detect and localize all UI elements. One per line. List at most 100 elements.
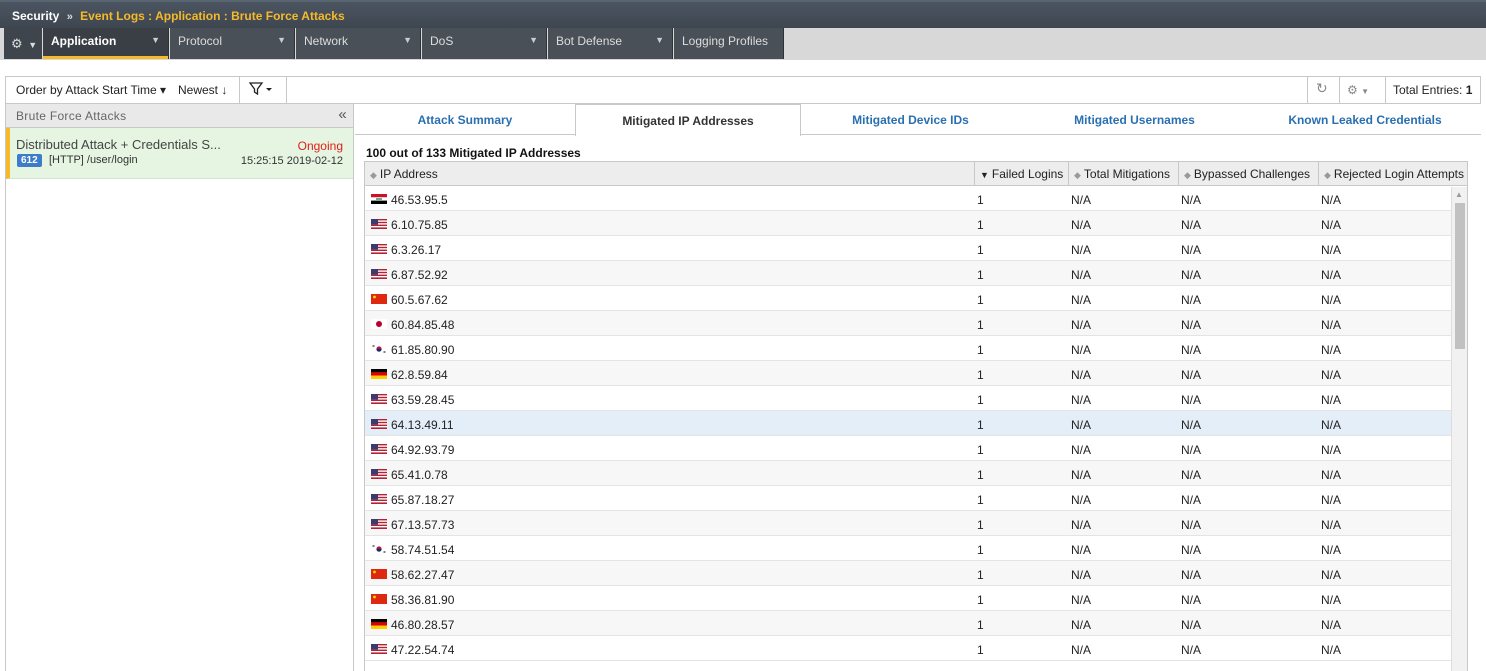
chevron-down-icon: ▼ — [277, 35, 286, 45]
tab-known-leaked-credentials[interactable]: Known Leaked Credentials — [1249, 104, 1481, 135]
chevron-down-icon: ▼ — [28, 40, 38, 50]
menu-item-dos[interactable]: DoS ▼ — [422, 28, 547, 59]
menu-item-label: Bot Defense — [556, 34, 623, 48]
table-row[interactable]: 46.80.28.57 1 N/A N/A N/A — [365, 611, 1467, 636]
breadcrumb-path[interactable]: Event Logs : Application : Brute Force A… — [80, 9, 344, 23]
table-row[interactable]: 47.22.54.74 1 N/A N/A N/A — [365, 636, 1467, 661]
ip-address-cell: 64.13.49.11 — [391, 418, 454, 432]
breadcrumb-root[interactable]: Security — [12, 9, 59, 23]
column-header-ip-address[interactable]: ◆ IP Address — [365, 162, 975, 186]
refresh-icon: ↻ — [1316, 80, 1328, 96]
failed-logins-cell: 1 — [977, 618, 984, 632]
table-row[interactable]: 60.5.67.62 1 N/A N/A N/A — [365, 286, 1467, 311]
country-flag-icon — [371, 493, 387, 504]
menu-item-bot-defense[interactable]: Bot Defense ▼ — [548, 28, 673, 59]
failed-logins-cell: 1 — [977, 543, 984, 557]
table-row[interactable]: 6.3.26.17 1 N/A N/A N/A — [365, 236, 1467, 261]
table-row[interactable]: 63.59.28.45 1 N/A N/A N/A — [365, 386, 1467, 411]
rejected-login-attempts-cell: N/A — [1321, 418, 1342, 432]
column-header-total-mitigations[interactable]: ◆ Total Mitigations — [1069, 162, 1179, 186]
collapse-panel-button[interactable]: « — [338, 106, 347, 123]
rejected-login-attempts-cell: N/A — [1321, 368, 1342, 382]
newest-sort-button[interactable]: Newest ↓ — [178, 77, 227, 103]
table-row[interactable]: 6.10.75.85 1 N/A N/A N/A — [365, 211, 1467, 236]
table-row[interactable]: 46.53.95.5 1 N/A N/A N/A — [365, 186, 1467, 211]
bypassed-challenges-cell: N/A — [1181, 193, 1202, 207]
table-row[interactable]: 65.41.0.78 1 N/A N/A N/A — [365, 461, 1467, 486]
table-row[interactable]: 58.74.51.54 1 N/A N/A N/A — [365, 536, 1467, 561]
total-mitigations-cell: N/A — [1071, 193, 1092, 207]
column-header-rejected-login-attempts[interactable]: ◆ Rejected Login Attempts — [1319, 162, 1467, 186]
settings-dropdown[interactable]: ⚙ ▼ — [1347, 77, 1369, 103]
scroll-up-arrow-icon[interactable]: ▲ — [1455, 190, 1463, 199]
rejected-login-attempts-cell: N/A — [1321, 443, 1342, 457]
refresh-button[interactable]: ↻ — [1316, 77, 1328, 103]
chevron-down-icon: ▼ — [529, 35, 538, 45]
table-row[interactable]: 61.85.80.90 1 N/A N/A N/A — [365, 336, 1467, 361]
failed-logins-cell: 1 — [977, 318, 984, 332]
country-flag-icon — [371, 393, 387, 404]
menu-item-network[interactable]: Network ▼ — [296, 28, 421, 59]
attack-status: Ongoing — [297, 139, 343, 153]
menu-item-label: DoS — [430, 34, 454, 48]
country-flag-icon — [371, 618, 387, 629]
rejected-login-attempts-cell: N/A — [1321, 643, 1342, 657]
sort-descending-icon: ▼ — [980, 170, 989, 180]
sort-icon: ◆ — [1074, 170, 1081, 180]
ip-address-cell: 58.36.81.90 — [391, 593, 455, 607]
scrollbar-thumb[interactable] — [1455, 203, 1465, 349]
rejected-login-attempts-cell: N/A — [1321, 268, 1342, 282]
total-mitigations-cell: N/A — [1071, 318, 1092, 332]
table-row[interactable]: 58.36.81.90 1 N/A N/A N/A — [365, 586, 1467, 611]
menu-item-logging-profiles[interactable]: Logging Profiles — [674, 28, 784, 59]
tab-attack-summary[interactable]: Attack Summary — [355, 104, 575, 135]
menu-item-protocol[interactable]: Protocol ▼ — [170, 28, 295, 59]
country-flag-icon — [371, 318, 387, 329]
menu-gear-button[interactable]: ⚙ ▼ — [4, 28, 42, 59]
attack-path: [HTTP] /user/login — [49, 154, 138, 166]
country-flag-icon — [371, 643, 387, 654]
ip-address-cell: 62.8.59.84 — [391, 368, 448, 382]
column-header-failed-logins[interactable]: ▼ Failed Logins — [975, 162, 1069, 186]
country-flag-icon — [371, 468, 387, 479]
attack-list-item[interactable]: Distributed Attack + Credentials S... On… — [6, 128, 353, 179]
table-row[interactable]: 64.92.93.79 1 N/A N/A N/A — [365, 436, 1467, 461]
log-toolbar: Order by Attack Start Time ▾ Newest ↓ ↻ … — [5, 76, 1481, 104]
failed-logins-cell: 1 — [977, 268, 984, 282]
filter-button[interactable] — [248, 77, 281, 103]
ip-address-cell: 58.74.51.54 — [391, 543, 455, 557]
failed-logins-cell: 1 — [977, 393, 984, 407]
table-row[interactable]: 60.84.85.48 1 N/A N/A N/A — [365, 311, 1467, 336]
bypassed-challenges-cell: N/A — [1181, 568, 1202, 582]
table-row[interactable]: 58.62.27.47 1 N/A N/A N/A — [365, 561, 1467, 586]
rejected-login-attempts-cell: N/A — [1321, 468, 1342, 482]
tab-mitigated-usernames[interactable]: Mitigated Usernames — [1020, 104, 1249, 135]
bypassed-challenges-cell: N/A — [1181, 643, 1202, 657]
table-row[interactable]: 64.13.49.11 1 N/A N/A N/A — [365, 411, 1467, 436]
main-menu-bar: ⚙ ▼ Application ▼ Protocol ▼ Network ▼ D… — [0, 28, 1486, 60]
menu-item-label: Protocol — [178, 34, 223, 48]
country-flag-icon — [371, 518, 387, 529]
tab-mitigated-ip-addresses[interactable]: Mitigated IP Addresses — [575, 104, 801, 136]
menu-item-application[interactable]: Application ▼ — [43, 28, 169, 59]
failed-logins-cell: 1 — [977, 443, 984, 457]
table-row[interactable]: 65.87.18.27 1 N/A N/A N/A — [365, 486, 1467, 511]
chevron-down-icon: ▼ — [151, 35, 160, 45]
bypassed-challenges-cell: N/A — [1181, 293, 1202, 307]
breadcrumb: Security » Event Logs : Application : Br… — [0, 0, 1486, 28]
table-row[interactable]: 6.87.52.92 1 N/A N/A N/A — [365, 261, 1467, 286]
country-flag-icon — [371, 568, 387, 579]
order-by-dropdown[interactable]: Order by Attack Start Time ▾ — [16, 77, 166, 103]
table-row[interactable]: 67.13.57.73 1 N/A N/A N/A — [365, 511, 1467, 536]
bypassed-challenges-cell: N/A — [1181, 318, 1202, 332]
attack-list-panel: Brute Force Attacks « Distributed Attack… — [5, 104, 354, 671]
country-flag-icon — [371, 243, 387, 254]
ip-address-cell: 61.85.80.90 — [391, 343, 455, 357]
table-scrollbar[interactable]: ▲ — [1451, 187, 1467, 671]
total-mitigations-cell: N/A — [1071, 268, 1092, 282]
column-header-bypassed-challenges[interactable]: ◆ Bypassed Challenges — [1179, 162, 1319, 186]
failed-logins-cell: 1 — [977, 568, 984, 582]
table-row[interactable]: 62.8.59.84 1 N/A N/A N/A — [365, 361, 1467, 386]
filter-icon — [248, 82, 272, 96]
tab-mitigated-device-ids[interactable]: Mitigated Device IDs — [801, 104, 1020, 135]
